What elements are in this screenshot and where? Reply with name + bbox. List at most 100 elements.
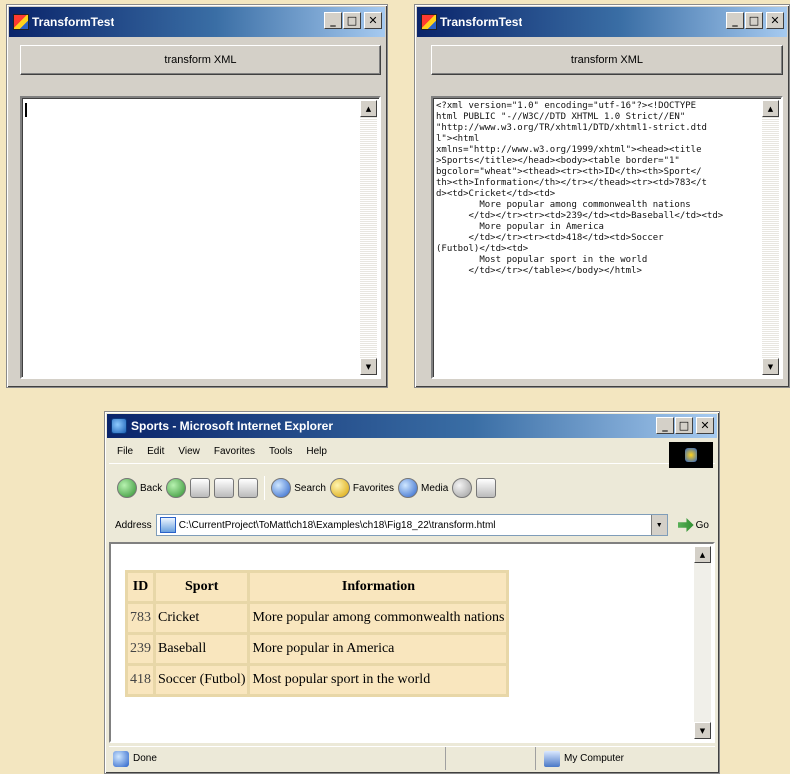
table-cell-sport: Baseball — [156, 635, 248, 663]
transform-test-window-empty: TransformTest _ □ ✕ transform XML ▲ ▼ — [6, 4, 388, 388]
page-done-icon — [113, 750, 129, 767]
table-cell-id: 418 — [128, 666, 153, 694]
window-title: Sports - Microsoft Internet Explorer — [131, 419, 334, 433]
forward-arrow-icon — [166, 478, 187, 498]
search-icon — [271, 478, 292, 498]
mail-icon — [476, 478, 497, 498]
favorites-star-icon — [329, 478, 350, 498]
scroll-down-icon[interactable]: ▼ — [762, 358, 779, 375]
table-cell-id: 783 — [128, 604, 153, 632]
favorites-label: Favorites — [352, 482, 395, 494]
minimize-icon[interactable]: _ — [726, 12, 744, 29]
go-label: Go — [695, 519, 709, 531]
scroll-up-icon[interactable]: ▲ — [360, 100, 377, 117]
table-cell-id: 239 — [128, 635, 153, 663]
home-button[interactable] — [238, 478, 259, 498]
window-controls: _ □ ✕ — [656, 417, 714, 434]
close-icon[interactable]: ✕ — [364, 12, 382, 29]
app-icon — [421, 14, 437, 30]
status-middle — [445, 747, 535, 770]
status-left: Done — [109, 747, 445, 770]
scroll-up-icon[interactable]: ▲ — [694, 546, 711, 563]
table-cell-information: More popular in America — [250, 635, 507, 663]
address-dropdown-icon[interactable]: ▼ — [650, 515, 667, 535]
window-titlebar[interactable]: Sports - Microsoft Internet Explorer _ □… — [107, 414, 717, 438]
history-icon — [452, 478, 473, 498]
history-button[interactable] — [452, 478, 473, 498]
stop-icon — [190, 478, 211, 498]
table-header-row: ID Sport Information — [128, 573, 507, 601]
status-zone: My Computer — [535, 747, 715, 770]
table-row: 418 Soccer (Futbol) Most popular sport i… — [128, 666, 507, 694]
status-text: Done — [133, 753, 157, 764]
media-icon — [398, 478, 419, 498]
app-icon — [13, 14, 29, 30]
search-label: Search — [294, 482, 326, 494]
minimize-icon[interactable]: _ — [656, 417, 674, 434]
window-controls: _ □ ✕ — [324, 12, 382, 29]
address-bar: Address C:\CurrentProject\ToMatt\ch18\Ex… — [109, 512, 715, 538]
page-viewport[interactable]: ID Sport Information 783 Cricket More po… — [109, 542, 715, 743]
close-icon[interactable]: ✕ — [766, 12, 784, 29]
column-header-information: Information — [250, 573, 507, 601]
menu-file[interactable]: File — [117, 446, 133, 457]
zone-text: My Computer — [564, 753, 625, 764]
minimize-icon[interactable]: _ — [324, 12, 342, 29]
menu-edit[interactable]: Edit — [147, 446, 164, 457]
back-button[interactable]: Back — [117, 478, 162, 498]
forward-button[interactable] — [166, 478, 187, 498]
window-title: TransformTest — [440, 15, 523, 29]
address-value: C:\CurrentProject\ToMatt\ch18\Examples\c… — [178, 519, 496, 531]
window-controls: _ □ ✕ — [726, 12, 784, 29]
column-header-sport: Sport — [156, 573, 248, 601]
home-icon — [238, 478, 259, 498]
my-computer-icon — [544, 750, 560, 767]
vertical-scrollbar[interactable]: ▲ ▼ — [762, 100, 779, 375]
table-row: 783 Cricket More popular among commonwea… — [128, 604, 507, 632]
table-cell-sport: Cricket — [156, 604, 248, 632]
output-text: <?xml version="1.0" encoding="utf-16"?><… — [436, 101, 724, 276]
close-icon[interactable]: ✕ — [696, 417, 714, 434]
page-icon — [159, 517, 176, 533]
output-textarea[interactable]: ▲ ▼ — [20, 96, 381, 379]
menu-favorites[interactable]: Favorites — [214, 446, 255, 457]
vertical-scrollbar[interactable]: ▲ ▼ — [694, 546, 711, 739]
maximize-icon[interactable]: □ — [343, 12, 361, 29]
media-button[interactable]: Media — [398, 478, 448, 498]
search-button[interactable]: Search — [271, 478, 326, 498]
refresh-button[interactable] — [214, 478, 235, 498]
menu-help[interactable]: Help — [306, 446, 327, 457]
scroll-up-icon[interactable]: ▲ — [762, 100, 779, 117]
window-title: TransformTest — [32, 15, 115, 29]
address-field[interactable]: C:\CurrentProject\ToMatt\ch18\Examples\c… — [155, 514, 668, 536]
menu-tools[interactable]: Tools — [269, 446, 292, 457]
refresh-icon — [214, 478, 235, 498]
window-titlebar[interactable]: TransformTest _ □ ✕ — [9, 7, 385, 37]
maximize-icon[interactable]: □ — [745, 12, 763, 29]
back-arrow-icon — [117, 478, 137, 498]
window-titlebar[interactable]: TransformTest _ □ ✕ — [417, 7, 787, 37]
transform-test-window-output: TransformTest _ □ ✕ transform XML <?xml … — [414, 4, 790, 388]
column-header-id: ID — [128, 573, 153, 601]
favorites-button[interactable]: Favorites — [329, 478, 395, 498]
sports-table: ID Sport Information 783 Cricket More po… — [125, 570, 510, 697]
go-button[interactable]: Go — [672, 518, 715, 532]
address-label: Address — [115, 519, 152, 531]
vertical-scrollbar[interactable]: ▲ ▼ — [360, 100, 377, 375]
scroll-down-icon[interactable]: ▼ — [694, 722, 711, 739]
maximize-icon[interactable]: □ — [675, 417, 693, 434]
mail-button[interactable] — [476, 478, 497, 498]
scroll-down-icon[interactable]: ▼ — [360, 358, 377, 375]
transform-xml-button[interactable]: transform XML — [20, 45, 381, 75]
output-textarea[interactable]: <?xml version="1.0" encoding="utf-16"?><… — [431, 96, 783, 379]
menu-bar: File Edit View Favorites Tools Help — [109, 440, 715, 464]
go-arrow-icon — [677, 518, 694, 532]
back-label: Back — [140, 482, 163, 494]
table-row: 239 Baseball More popular in America — [128, 635, 507, 663]
menu-view[interactable]: View — [178, 446, 200, 457]
ie-icon — [111, 418, 127, 434]
stop-button[interactable] — [190, 478, 211, 498]
transform-xml-button[interactable]: transform XML — [431, 45, 783, 75]
media-label: Media — [421, 482, 449, 494]
windows-logo-throbber — [669, 442, 713, 468]
